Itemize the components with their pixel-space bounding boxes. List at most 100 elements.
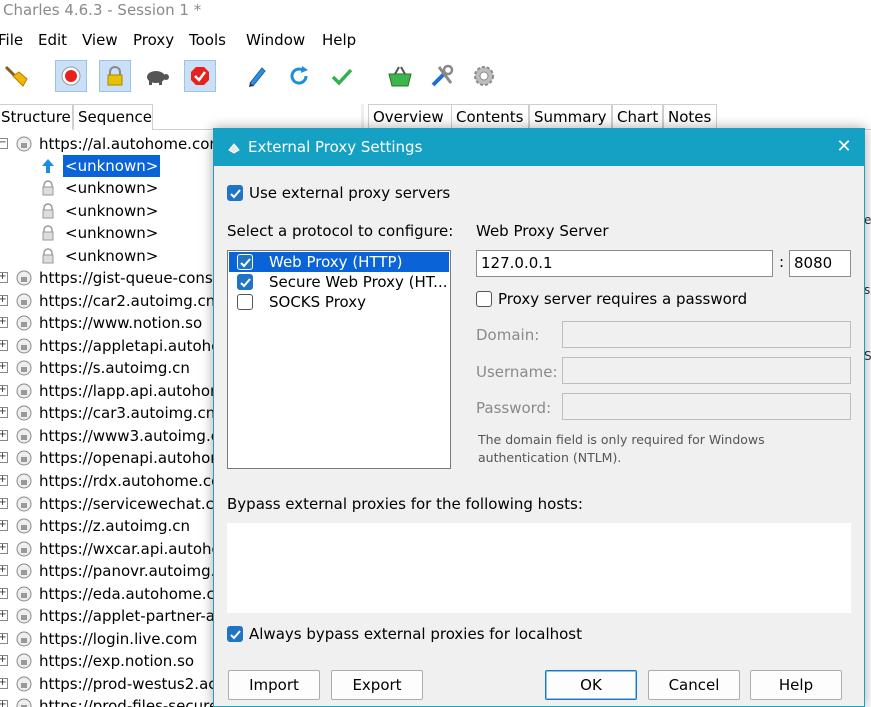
tree-host-label: https://appletapi.autoho [39,336,215,355]
proxy-port-input[interactable]: 8080 [789,250,851,277]
tab-structure[interactable]: Structure [0,104,73,130]
tree-row-host[interactable]: + https://applet-partner-a [0,605,215,627]
tree-row-host[interactable]: + https://lapp.api.autohor [0,380,215,402]
expand-icon[interactable]: + [0,565,8,577]
bypass-hosts-textarea[interactable] [227,523,851,613]
protocol-http-checkbox[interactable] [237,254,253,270]
tab-chart[interactable]: Chart [612,104,663,130]
tree-row-host[interactable]: + https://z.autoimg.cn [0,515,215,537]
expand-icon[interactable]: + [0,452,8,464]
tree-row-host[interactable]: + https://gist-queue-cons [0,267,215,289]
tree-row-host[interactable]: + https://www3.autoimg.c [0,425,215,447]
expand-icon[interactable]: + [0,542,8,554]
expand-icon[interactable]: + [0,497,8,509]
tree-row-host[interactable]: + https://panovr.autoimg. [0,560,215,582]
expand-icon[interactable]: + [0,655,8,667]
export-button[interactable]: Export [331,670,423,700]
use-external-proxy-label[interactable]: Use external proxy servers [249,184,450,202]
help-button[interactable]: Help [750,670,842,700]
dialog-title-bar[interactable]: External Proxy Settings ✕ [214,129,864,166]
tree-row-host[interactable]: + https://www.notion.so [0,312,215,334]
cancel-button[interactable]: Cancel [648,670,740,700]
menu-view[interactable]: View [82,31,118,49]
proxy-host-input[interactable]: 127.0.0.1 [476,250,773,277]
expand-icon[interactable]: + [0,587,8,599]
tab-contents[interactable]: Contents [451,104,529,130]
import-button[interactable]: Import [228,670,320,700]
record-icon[interactable] [55,60,87,92]
ssl-lock-icon[interactable] [99,60,131,92]
tree-row-host[interactable]: + https://eda.autohome.co [0,583,215,605]
turtle-throttle-icon[interactable] [141,60,173,92]
tree-row-host[interactable]: + https://appletapi.autoho [0,335,215,357]
bypass-localhost-checkbox[interactable] [227,626,243,642]
tree-row-host[interactable]: + https://exp.notion.so [0,650,215,672]
menu-help[interactable]: Help [322,31,356,49]
protocol-list: Web Proxy (HTTP) Secure Web Proxy (HT...… [227,250,451,469]
requires-password-label[interactable]: Proxy server requires a password [498,290,747,308]
expand-icon[interactable]: + [0,272,8,283]
settings-gear-icon[interactable] [468,60,500,92]
tree-row-host[interactable]: + https://openapi.autohor [0,447,215,469]
menu-file[interactable]: File [0,31,23,49]
expand-icon[interactable]: + [0,339,8,351]
requires-password-checkbox[interactable] [476,291,492,307]
tree-row-child[interactable]: <unknown> [0,245,215,267]
tree-row-host[interactable]: − https://al.autohome.com [0,133,215,155]
checkmark-validate-icon[interactable] [326,60,358,92]
tree-host-label: https://prod-westus2.ac [39,674,215,693]
expand-icon[interactable]: + [0,474,8,486]
tree-row-host[interactable]: + https://rdx.autohome.co [0,470,215,492]
tree-row-host[interactable]: + https://login.live.com [0,628,215,650]
expand-icon[interactable]: + [0,317,8,329]
tab-summary[interactable]: Summary [529,104,612,130]
lock-globe-icon [16,608,32,624]
expand-icon[interactable]: + [0,294,8,306]
tree-row-host[interactable]: + https://s.autoimg.cn [0,357,215,379]
broom-icon[interactable] [0,60,32,92]
breakpoint-icon[interactable] [184,60,216,92]
ok-button[interactable]: OK [545,670,637,700]
tree-row-child[interactable]: <unknown> [0,154,215,178]
expand-icon[interactable]: + [0,384,8,396]
tree-row-child[interactable]: <unknown> [0,200,215,222]
protocol-https-checkbox[interactable] [237,274,253,290]
expand-icon[interactable]: + [0,700,8,707]
tab-sequence[interactable]: Sequence [73,104,153,130]
tree-row-host[interactable]: + https://wxcar.api.autoho [0,538,215,560]
tree-row-host[interactable]: + https://servicewechat.co [0,493,215,515]
tree-row-child[interactable]: <unknown> [0,177,215,199]
menu-proxy[interactable]: Proxy [133,31,174,49]
close-icon[interactable]: ✕ [835,138,853,156]
domain-label: Domain: [476,326,540,344]
expand-icon[interactable]: + [0,677,8,689]
expand-icon[interactable]: + [0,407,8,419]
expand-icon[interactable]: + [0,429,8,441]
protocol-socks-checkbox[interactable] [237,294,253,310]
menu-tools[interactable]: Tools [189,31,226,49]
basket-icon[interactable] [384,60,416,92]
tools-icon[interactable] [426,60,458,92]
protocol-item-socks[interactable]: SOCKS Proxy [229,292,449,312]
expand-icon[interactable]: + [0,610,8,622]
protocol-item-http[interactable]: Web Proxy (HTTP) [229,252,449,272]
protocol-item-https[interactable]: Secure Web Proxy (HT... [229,272,449,292]
tree-row-host[interactable]: + https://prod-files-secure [0,695,215,707]
tab-overview[interactable]: Overview [368,104,452,130]
expand-icon[interactable]: + [0,632,8,644]
expand-icon[interactable]: + [0,520,8,532]
use-external-proxy-checkbox[interactable] [227,185,243,201]
refresh-icon[interactable] [283,60,315,92]
collapse-icon[interactable]: − [0,138,8,149]
expand-icon[interactable]: + [0,362,8,374]
menu-edit[interactable]: Edit [38,31,67,49]
tree-row-host[interactable]: + https://prod-westus2.ac [0,673,215,695]
pen-compose-icon[interactable] [241,60,273,92]
tree-row-host[interactable]: + https://car3.autoimg.cn [0,402,215,424]
bypass-localhost-label[interactable]: Always bypass external proxies for local… [249,625,582,643]
tab-notes[interactable]: Notes [663,104,717,130]
menu-window[interactable]: Window [246,31,305,49]
tree-row-child[interactable]: <unknown> [0,222,215,244]
tree-row-host[interactable]: + https://car2.autoimg.cn [0,290,215,312]
lock-globe-icon [16,360,32,376]
